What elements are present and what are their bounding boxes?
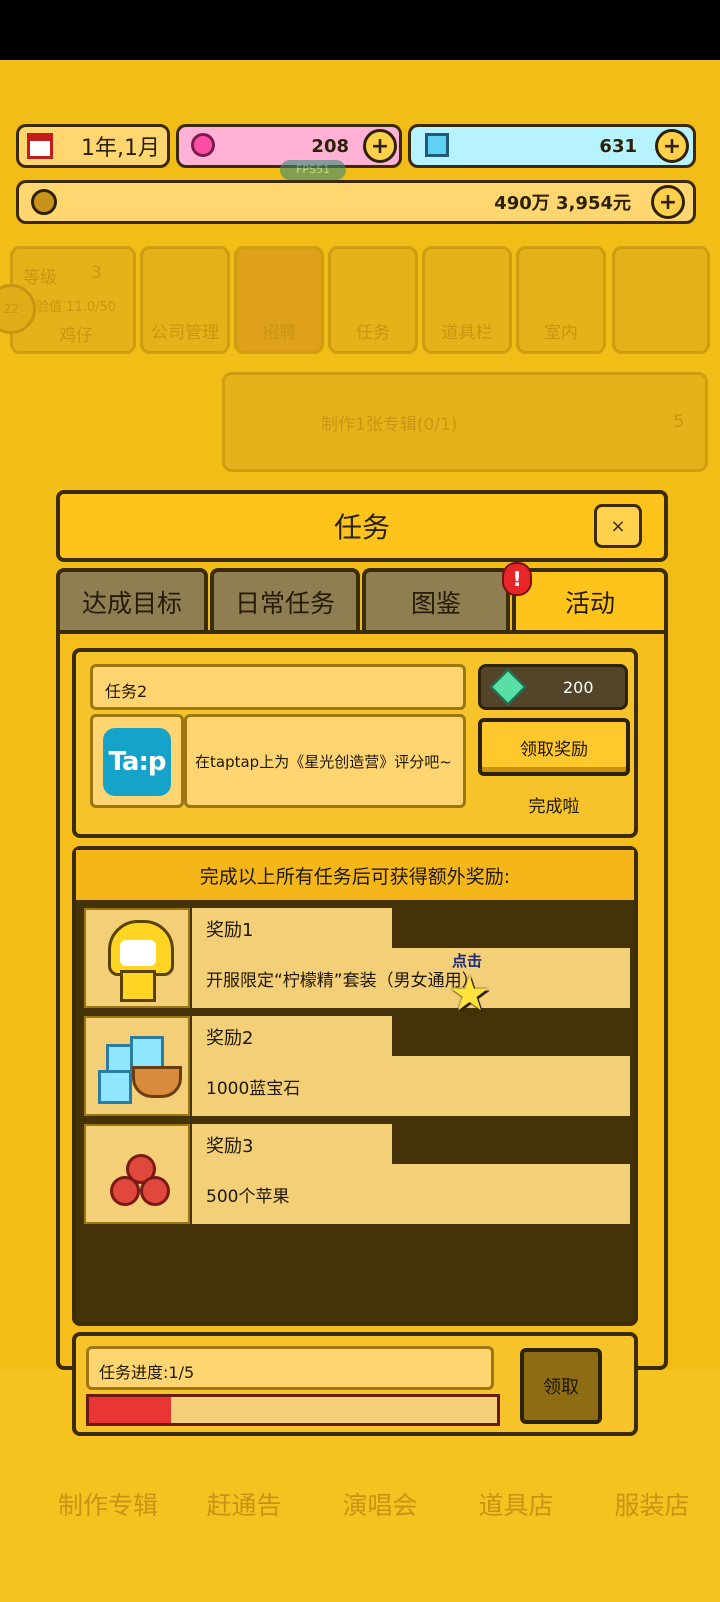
tab-collection[interactable]: 图鉴 xyxy=(362,568,510,632)
reward-title: 奖励2 xyxy=(192,1016,392,1056)
progress-area: 任务进度:1/5 领取 xyxy=(72,1332,638,1436)
fps-counter: FPS51 xyxy=(280,160,346,180)
quest-text: 制作1张专辑(0/1) xyxy=(321,414,458,435)
reward-body: 开服限定“柠檬精”套装（男女通用） xyxy=(192,948,630,1008)
menu-recruit[interactable]: 招聘 xyxy=(234,246,324,354)
add-money-button[interactable]: + xyxy=(651,185,685,219)
taptap-icon: Ta:p xyxy=(103,728,171,796)
reward-body: 500个苹果 xyxy=(192,1164,630,1224)
lemon-outfit-icon xyxy=(84,908,190,1008)
quest-reward: 5 xyxy=(673,412,685,432)
menu-company[interactable]: 公司管理 xyxy=(140,246,230,354)
blue-gem-icon xyxy=(425,133,449,157)
tab-daily[interactable]: 日常任务 xyxy=(210,568,360,632)
reward-title: 奖励3 xyxy=(192,1124,392,1164)
date-chip: 1年,1月 xyxy=(16,124,170,168)
task-reward: 200 xyxy=(478,664,628,710)
tab-events[interactable]: 活动 xyxy=(512,568,668,632)
star-pointer-icon: ★ xyxy=(448,966,492,1022)
menu-task[interactable]: 任务 xyxy=(328,246,418,354)
mail-icon[interactable] xyxy=(612,246,710,354)
reward-row: 奖励2 1000蓝宝石 xyxy=(84,1016,630,1116)
blue-gems-icon xyxy=(84,1016,190,1116)
bonus-rewards: 完成以上所有任务后可获得额外奖励: 奖励1 开服限定“柠檬精”套装（男女通用） xyxy=(72,846,638,1326)
add-pink-gem-button[interactable]: + xyxy=(363,129,397,163)
money-amount: 490万 3,954元 xyxy=(494,193,631,214)
task-description: 在taptap上为《星光创造营》评分吧~ xyxy=(184,714,466,808)
green-gem-icon xyxy=(489,668,527,706)
bonus-header: 完成以上所有任务后可获得额外奖励: xyxy=(76,850,634,900)
progress-fill xyxy=(89,1397,171,1423)
close-icon: × xyxy=(610,515,626,537)
date-text: 1年,1月 xyxy=(81,136,160,161)
progress-bar xyxy=(86,1394,500,1426)
task-dialog: 任务 × 达成目标 日常任务 图鉴 活动 ! 任务2 Ta:p 在taptap上… xyxy=(56,490,668,1436)
money-chip: 490万 3,954元 + xyxy=(16,180,696,224)
task-card: 任务2 Ta:p 在taptap上为《星光创造营》评分吧~ 200 领取奖励 完… xyxy=(72,648,638,838)
events-panel: 任务2 Ta:p 在taptap上为《星光创造营》评分吧~ 200 领取奖励 完… xyxy=(56,630,668,1436)
task-reward-amount: 200 xyxy=(563,677,594,697)
level-value: 3 xyxy=(91,263,102,283)
quest-banner[interactable]: 制作1张专辑(0/1) 5 xyxy=(222,372,708,472)
reward-row: 奖励1 开服限定“柠檬精”套装（男女通用） xyxy=(84,908,630,1008)
exp-value: 11.0/50 xyxy=(66,300,117,315)
reward-title: 奖励1 xyxy=(192,908,392,948)
status-bar xyxy=(0,0,720,60)
progress-label: 任务进度:1/5 xyxy=(86,1346,494,1390)
menu-indoor[interactable]: 室内 xyxy=(516,246,606,354)
player-name: 鸡仔 xyxy=(59,326,93,346)
apples-icon xyxy=(84,1124,190,1224)
menu-inventory[interactable]: 道具栏 xyxy=(422,246,512,354)
dialog-title: 任务 xyxy=(333,511,390,544)
pink-gem-count: 208 xyxy=(311,135,349,157)
reward-row: 奖励3 500个苹果 xyxy=(84,1124,630,1224)
task-icon-frame: Ta:p xyxy=(90,714,184,808)
close-button[interactable]: × xyxy=(594,504,642,548)
tab-achievements[interactable]: 达成目标 xyxy=(56,568,208,632)
dialog-title-bar: 任务 × xyxy=(56,490,668,562)
coin-icon xyxy=(31,189,57,215)
alert-badge: ! xyxy=(502,562,532,596)
task-name: 任务2 xyxy=(90,664,466,710)
reward-body: 1000蓝宝石 xyxy=(192,1056,630,1116)
add-blue-gem-button[interactable]: + xyxy=(655,129,689,163)
pink-gem-icon xyxy=(191,133,215,157)
level-label: 等级 xyxy=(23,268,57,288)
calendar-icon xyxy=(27,133,53,159)
collect-button[interactable]: 领取 xyxy=(520,1348,602,1424)
blue-gem-count: 631 xyxy=(599,135,637,157)
task-status: 完成啦 xyxy=(528,797,580,817)
claim-reward-button[interactable]: 领取奖励 xyxy=(478,718,630,776)
blue-gem-chip: 631 + xyxy=(408,124,696,168)
